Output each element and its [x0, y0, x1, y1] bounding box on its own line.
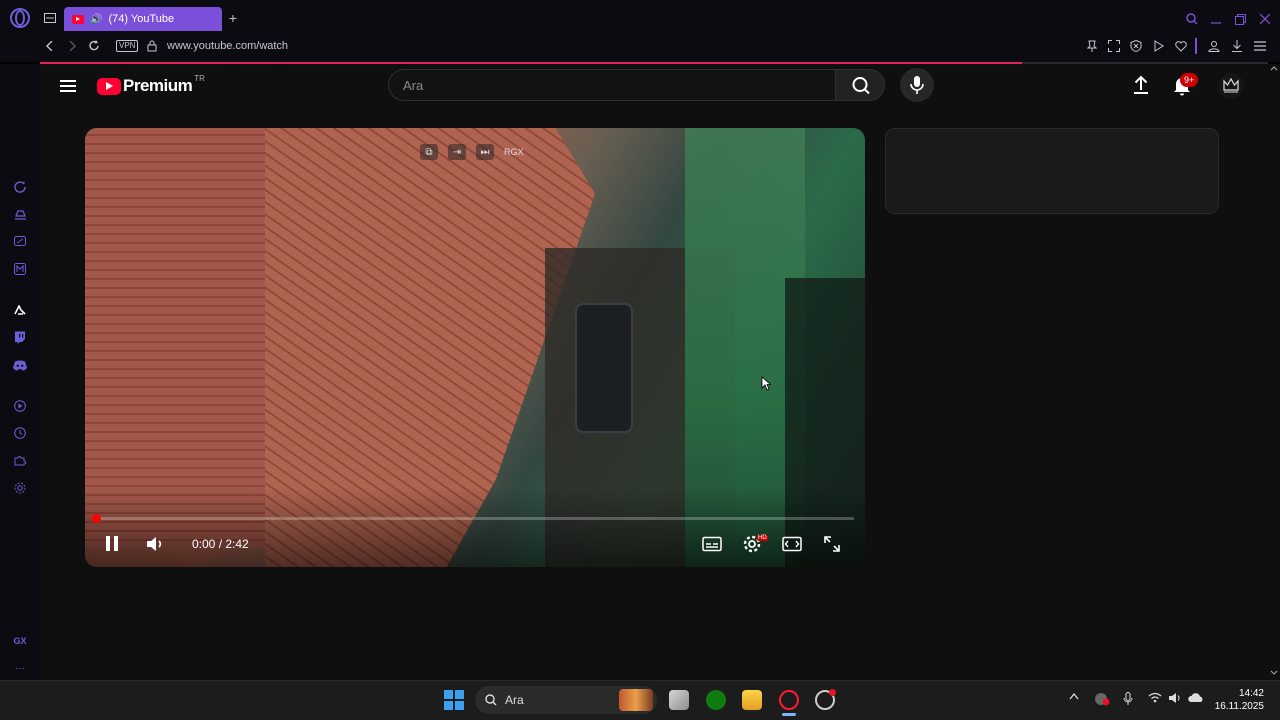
- logo-text: Premium: [123, 76, 193, 95]
- sidebar-history-icon[interactable]: [12, 425, 28, 441]
- volume-button[interactable]: [145, 534, 165, 554]
- tray-volume-icon[interactable]: [1168, 692, 1182, 704]
- controls-gradient: [85, 487, 865, 567]
- forward-icon[interactable]: [66, 40, 78, 52]
- notifications-badge: 9+: [1180, 73, 1199, 87]
- skip-forward-icon[interactable]: ⏭: [476, 144, 494, 160]
- page-scrollbar[interactable]: [1268, 64, 1280, 680]
- search-tabs-icon[interactable]: [1184, 11, 1200, 27]
- active-app-indicator: [782, 713, 796, 716]
- search-highlight-icon: [619, 689, 653, 711]
- taskbar-clock[interactable]: 14:42 16.11.2025: [1215, 687, 1264, 713]
- mouse-cursor-icon: [761, 376, 771, 391]
- tab-title: (74) YouTube: [108, 13, 175, 25]
- rgx-label[interactable]: RGX: [504, 147, 524, 157]
- sidebar-gx-label[interactable]: GX: [12, 633, 28, 649]
- tab-islands-icon[interactable]: [42, 11, 58, 25]
- taskbar-search-placeholder: Ara: [505, 693, 524, 707]
- speaker-icon[interactable]: 🔊: [90, 14, 102, 25]
- theater-mode-button[interactable]: [781, 533, 803, 555]
- easy-setup-icon[interactable]: [1253, 39, 1267, 53]
- tray-mic-icon[interactable]: [1123, 692, 1133, 706]
- create-upload-button[interactable]: [1129, 73, 1153, 97]
- avatar[interactable]: [1218, 73, 1244, 99]
- sidebar-twitch-icon[interactable]: [12, 329, 28, 345]
- opera-gx-taskbar-icon[interactable]: [779, 690, 799, 710]
- youtube-premium-logo[interactable]: Premium TR: [97, 73, 205, 96]
- toolbar-divider: [1195, 38, 1197, 54]
- detach-video-icon[interactable]: ⧉: [420, 144, 438, 160]
- minimize-icon[interactable]: [1208, 11, 1224, 27]
- clock-date: 16.11.2025: [1214, 701, 1264, 712]
- search-input[interactable]: Ara: [388, 69, 835, 101]
- enter-video-icon[interactable]: ⇥: [448, 144, 466, 160]
- pause-button[interactable]: [104, 536, 120, 552]
- task-view-icon[interactable]: [669, 690, 689, 710]
- download-icon[interactable]: [1230, 39, 1244, 53]
- search-icon: [485, 694, 497, 706]
- sidebar-vk-icon[interactable]: [12, 302, 28, 318]
- sidebar-more-button[interactable]: ···: [12, 660, 28, 676]
- video-frame-car: [575, 303, 633, 433]
- xbox-icon[interactable]: [706, 690, 726, 710]
- tray-wifi-icon[interactable]: [1148, 692, 1162, 703]
- sidebar-aria-icon[interactable]: [12, 179, 28, 195]
- youtube-logo-icon: [97, 77, 121, 95]
- youtube-favicon-icon: [72, 14, 84, 24]
- sidebar-discord-icon[interactable]: [12, 357, 28, 373]
- windows-start-icon[interactable]: [444, 690, 464, 710]
- country-code: TR: [194, 73, 205, 83]
- reload-icon[interactable]: [87, 39, 101, 53]
- time-display: 0:00 / 2:42: [192, 537, 249, 551]
- sidebar-discounts-icon[interactable]: [12, 233, 28, 249]
- heart-icon[interactable]: [1174, 39, 1188, 53]
- vpn-badge[interactable]: VPN: [116, 40, 139, 52]
- tab-youtube[interactable]: 🔊 (74) YouTube: [64, 7, 222, 31]
- tray-shield-icon[interactable]: [1094, 692, 1110, 706]
- search-button[interactable]: [835, 69, 885, 101]
- snapshot-icon[interactable]: [1107, 39, 1121, 53]
- back-icon[interactable]: [44, 40, 56, 52]
- video-overlay-toolbar: ⧉ ⇥ ⏭ RGX: [420, 144, 524, 160]
- fullscreen-button[interactable]: [821, 533, 843, 555]
- file-explorer-icon[interactable]: [742, 690, 762, 710]
- account-icon[interactable]: [1207, 39, 1221, 53]
- search-placeholder: Ara: [403, 77, 424, 93]
- voice-search-button[interactable]: [900, 68, 934, 102]
- subtitles-button[interactable]: [701, 533, 723, 555]
- close-icon[interactable]: [1257, 11, 1273, 27]
- url-field[interactable]: www.youtube.com/watch: [167, 40, 288, 52]
- notification-dot: [829, 689, 836, 696]
- sidebar-messenger-icon[interactable]: [12, 261, 28, 277]
- player-icon[interactable]: [1152, 39, 1166, 53]
- guide-menu-button[interactable]: [60, 77, 76, 93]
- lock-icon[interactable]: [146, 39, 158, 52]
- sidebar-extensions-icon[interactable]: [12, 452, 28, 468]
- seek-handle[interactable]: [92, 514, 101, 523]
- tray-overflow-chevron-icon[interactable]: [1069, 692, 1079, 700]
- new-tab-icon[interactable]: +: [226, 10, 240, 26]
- seek-bar[interactable]: [97, 517, 854, 520]
- clock-time: 14:42: [1238, 688, 1264, 699]
- sidebar-player-icon[interactable]: [12, 398, 28, 414]
- taskbar-search-input[interactable]: Ara: [475, 686, 657, 714]
- tray-onedrive-icon[interactable]: [1188, 692, 1204, 703]
- video-player[interactable]: [85, 128, 865, 567]
- sidebar-settings-icon[interactable]: [12, 480, 28, 496]
- hd-badge: HD: [757, 535, 768, 541]
- adblock-icon[interactable]: [1129, 39, 1143, 53]
- sidebar-gx-corner-icon[interactable]: [12, 206, 28, 222]
- sidebar-placeholder-card: [885, 128, 1219, 214]
- opera-logo-icon[interactable]: [10, 8, 30, 28]
- video-frame-roof-left: [85, 128, 285, 548]
- restore-icon[interactable]: [1232, 11, 1248, 27]
- pin-icon[interactable]: [1085, 39, 1099, 53]
